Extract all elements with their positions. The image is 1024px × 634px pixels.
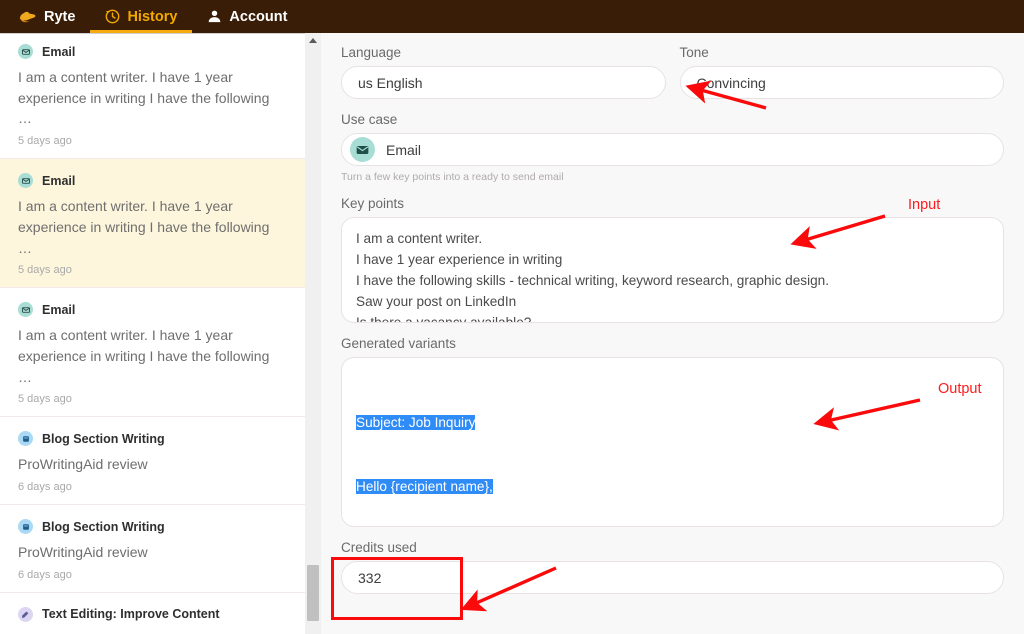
history-item-header: Blog Section Writing <box>18 431 287 446</box>
history-item-header: Email <box>18 302 287 317</box>
sidebar-scrollbar[interactable] <box>305 33 321 634</box>
history-list-item[interactable]: Blog Section Writing ProWritingAid revie… <box>0 417 305 505</box>
history-list-item-selected[interactable]: Email I am a content writer. I have 1 ye… <box>0 159 305 288</box>
history-item-time: 6 days ago <box>18 481 287 493</box>
variant-line-text: Subject: Job Inquiry <box>356 415 475 430</box>
tone-select[interactable]: Convincing <box>680 66 1005 99</box>
key-points-field: Key points I am a content writer. I have… <box>321 196 1024 323</box>
history-item-preview: ProWritingAid review <box>18 454 287 475</box>
email-badge-icon <box>18 302 33 317</box>
nav-item-history-label: History <box>127 9 177 25</box>
use-case-label: Use case <box>341 112 1004 127</box>
history-item-header: Blog Section Writing <box>18 519 287 534</box>
clock-history-icon <box>105 9 120 24</box>
language-value: us English <box>358 75 423 91</box>
history-item-header: Email <box>18 173 287 188</box>
history-item-time: 5 days ago <box>18 135 287 147</box>
nav-item-account-label: Account <box>229 9 287 25</box>
use-case-select[interactable]: Email <box>341 133 1004 166</box>
scrollbar-thumb[interactable] <box>307 565 319 621</box>
history-list-item[interactable]: Email I am a content writer. I have 1 ye… <box>0 288 305 417</box>
scroll-up-arrow-icon[interactable] <box>305 33 321 47</box>
history-item-preview: ProWritingAid review <box>18 542 287 563</box>
key-points-label: Key points <box>341 196 1004 211</box>
language-tone-row: Language us English Tone Convincing <box>321 45 1024 99</box>
blog-badge-icon <box>18 519 33 534</box>
email-badge-icon <box>18 173 33 188</box>
history-item-header: Email <box>18 44 287 59</box>
generator-panel: Language us English Tone Convincing Use … <box>321 33 1024 634</box>
use-case-hint: Turn a few key points into a ready to se… <box>341 171 1004 183</box>
credits-used-label: Credits used <box>341 540 1004 555</box>
history-item-preview: I am a content writer. I have 1 year exp… <box>18 196 287 258</box>
variant-line: Subject: Job Inquiry <box>356 412 989 433</box>
nav-item-ryte-label: Ryte <box>44 9 75 25</box>
generated-variants-field: Generated variants Subject: Job Inquiry … <box>321 336 1024 527</box>
history-item-time: 6 days ago <box>18 569 287 581</box>
language-select[interactable]: us English <box>341 66 666 99</box>
use-case-value: Email <box>386 142 421 158</box>
history-list-item[interactable]: Text Editing: Improve Content If you're … <box>0 593 305 634</box>
history-sidebar[interactable]: 5 days ago Email I am a content writer. … <box>0 33 305 634</box>
language-field: Language us English <box>341 45 666 99</box>
tone-label: Tone <box>680 45 1005 60</box>
history-item-title: Blog Section Writing <box>42 520 165 534</box>
history-item-title: Text Editing: Improve Content <box>42 607 220 621</box>
generated-variants-label: Generated variants <box>341 336 1004 351</box>
nav-item-account[interactable]: Account <box>192 0 302 33</box>
output-annotation-label: Output <box>938 381 982 397</box>
history-item-title: Blog Section Writing <box>42 432 165 446</box>
history-item-preview: I am a content writer. I have 1 year exp… <box>18 67 287 129</box>
history-item-time: 5 days ago <box>18 393 287 405</box>
history-item-preview: I am a content writer. I have 1 year exp… <box>18 325 287 387</box>
key-points-input[interactable]: I am a content writer. I have 1 year exp… <box>341 217 1004 323</box>
history-list-item[interactable]: Blog Section Writing ProWritingAid revie… <box>0 505 305 593</box>
history-list-item[interactable]: Email I am a content writer. I have 1 ye… <box>0 33 305 159</box>
history-item-time: 5 days ago <box>18 264 287 276</box>
variant-line: Hello {recipient name}, <box>356 476 989 497</box>
generated-variants-output[interactable]: Subject: Job Inquiry Hello {recipient na… <box>341 357 1004 527</box>
nav-item-ryte[interactable]: Ryte <box>0 0 90 33</box>
history-item-title: Email <box>42 45 75 59</box>
hand-wave-icon <box>18 9 37 24</box>
credits-used-value: 332 <box>358 570 381 586</box>
app-root: Ryte History Account <box>0 0 1024 634</box>
input-annotation-label: Input <box>908 197 940 213</box>
credits-used-input[interactable]: 332 <box>341 561 1004 594</box>
envelope-icon <box>350 137 375 162</box>
variant-line-text: Hello {recipient name}, <box>356 479 493 494</box>
history-item-preview: If you're looking for a good, free alter… <box>18 630 287 634</box>
history-item-title: Email <box>42 174 75 188</box>
nav-item-history[interactable]: History <box>90 0 192 33</box>
history-item-title: Email <box>42 303 75 317</box>
language-label: Language <box>341 45 666 60</box>
history-item-header: Text Editing: Improve Content <box>18 607 287 622</box>
history-list: 5 days ago Email I am a content writer. … <box>0 33 305 634</box>
top-navigation-bar: Ryte History Account <box>0 0 1024 33</box>
credits-used-field: Credits used 332 <box>321 540 1024 594</box>
email-badge-icon <box>18 44 33 59</box>
tone-value: Convincing <box>697 75 766 91</box>
tone-field: Tone Convincing <box>680 45 1005 99</box>
use-case-field: Use case Email Turn a few key points int… <box>321 112 1024 183</box>
edit-badge-icon <box>18 607 33 622</box>
person-icon <box>207 9 222 24</box>
blog-badge-icon <box>18 431 33 446</box>
